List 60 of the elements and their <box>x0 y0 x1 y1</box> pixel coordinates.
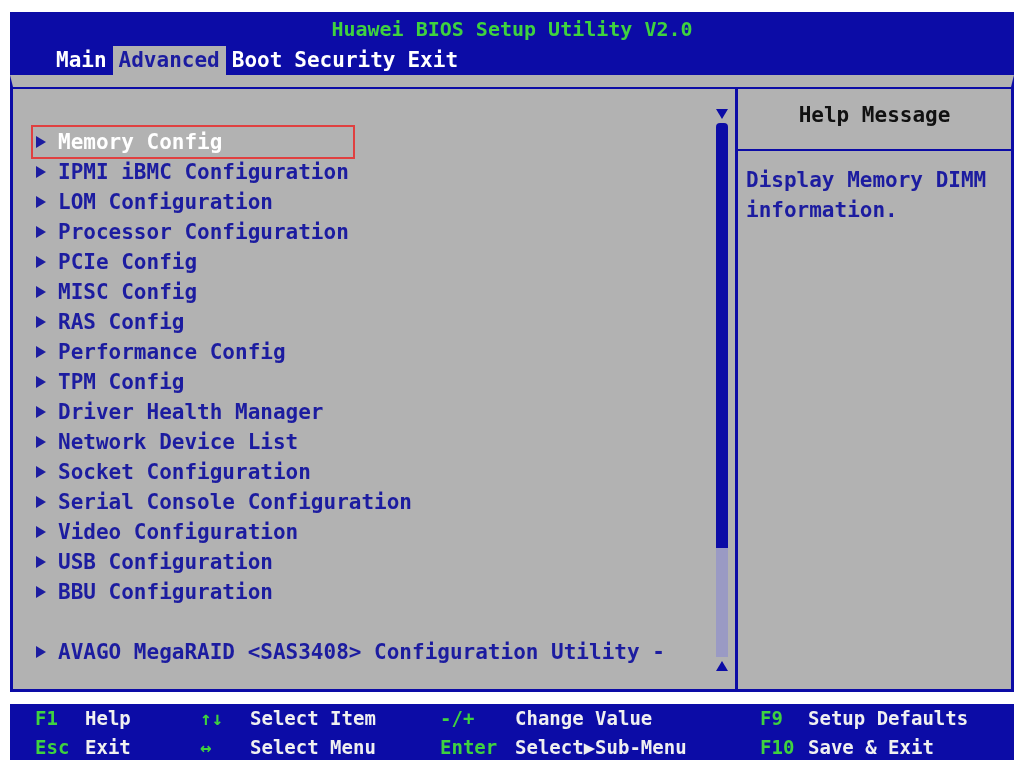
arrow-icon <box>36 166 46 178</box>
arrow-icon <box>36 556 46 568</box>
menu-item[interactable]: IPMI iBMC Configuration <box>33 157 355 187</box>
key-action: Setup Defaults <box>808 706 970 731</box>
arrow-icon <box>36 646 46 658</box>
arrow-icon <box>36 466 46 478</box>
key-name: ↑↓ <box>200 706 224 731</box>
key-name: F1 <box>35 706 59 731</box>
menu-item[interactable]: Performance Config <box>33 337 292 367</box>
help-text: Display Memory DIMM information. <box>745 167 988 224</box>
arrow-icon <box>36 526 46 538</box>
arrow-icon <box>36 436 46 448</box>
key-action: Select▶Sub-Menu <box>515 735 688 760</box>
menu-item[interactable]: USB Configuration <box>33 547 279 577</box>
menu-tab[interactable]: Advanced <box>112 46 226 75</box>
arrow-icon <box>36 196 46 208</box>
arrow-icon <box>36 496 46 508</box>
menu-tab[interactable]: Main <box>50 46 113 75</box>
key-name: Esc <box>35 735 71 760</box>
up-arrow-icon <box>716 661 728 671</box>
key-name: F9 <box>760 706 784 731</box>
key-action: Select Menu <box>250 735 377 760</box>
menu-item[interactable]: Processor Configuration <box>33 217 355 247</box>
menu-item[interactable]: Video Configuration <box>33 517 305 547</box>
menu-item[interactable]: AVAGO MegaRAID <SAS3408> Configuration Utility - <box>33 637 671 667</box>
arrow-icon <box>36 406 46 418</box>
arrow-icon <box>36 136 46 148</box>
menu-item[interactable]: Driver Health Manager <box>33 397 330 427</box>
menu-item[interactable]: Network Device List <box>33 427 305 457</box>
menu-item[interactable]: MISC Config <box>33 277 204 307</box>
key-action: Change Value <box>515 706 654 731</box>
menu-item[interactable]: Socket Configuration <box>33 457 317 487</box>
arrow-icon <box>36 226 46 238</box>
menu-item[interactable]: RAS Config <box>33 307 191 337</box>
window-title: Huawei BIOS Setup Utility V2.0 <box>330 16 694 43</box>
menu-tab[interactable]: Exit <box>401 46 465 75</box>
key-action: Save & Exit <box>808 735 935 760</box>
arrow-icon <box>36 256 46 268</box>
arrow-icon <box>36 316 46 328</box>
menu-item[interactable]: PCIe Config <box>33 247 204 277</box>
key-action: Help <box>85 706 132 731</box>
menu-item[interactable]: TPM Config <box>33 367 191 397</box>
scrollbar[interactable] <box>715 109 729 671</box>
key-action: Select Item <box>250 706 377 731</box>
key-action: Exit <box>85 735 132 760</box>
menu-item[interactable]: LOM Configuration <box>33 187 279 217</box>
help-title: Help Message <box>738 87 1011 151</box>
key-name: -/+ <box>440 706 476 731</box>
down-arrow-icon <box>716 109 728 119</box>
arrow-icon <box>36 586 46 598</box>
key-name: Enter <box>440 735 499 760</box>
menu-item[interactable]: Serial Console Configuration <box>33 487 418 517</box>
arrow-icon <box>36 346 46 358</box>
arrow-icon <box>36 376 46 388</box>
menu-item[interactable]: BBU Configuration <box>33 577 279 607</box>
menu-tab[interactable]: Security <box>288 46 402 75</box>
key-name: ↔ <box>200 735 213 760</box>
arrow-icon <box>36 286 46 298</box>
menu-tab[interactable]: Boot <box>225 46 289 75</box>
key-name: F10 <box>760 735 796 760</box>
